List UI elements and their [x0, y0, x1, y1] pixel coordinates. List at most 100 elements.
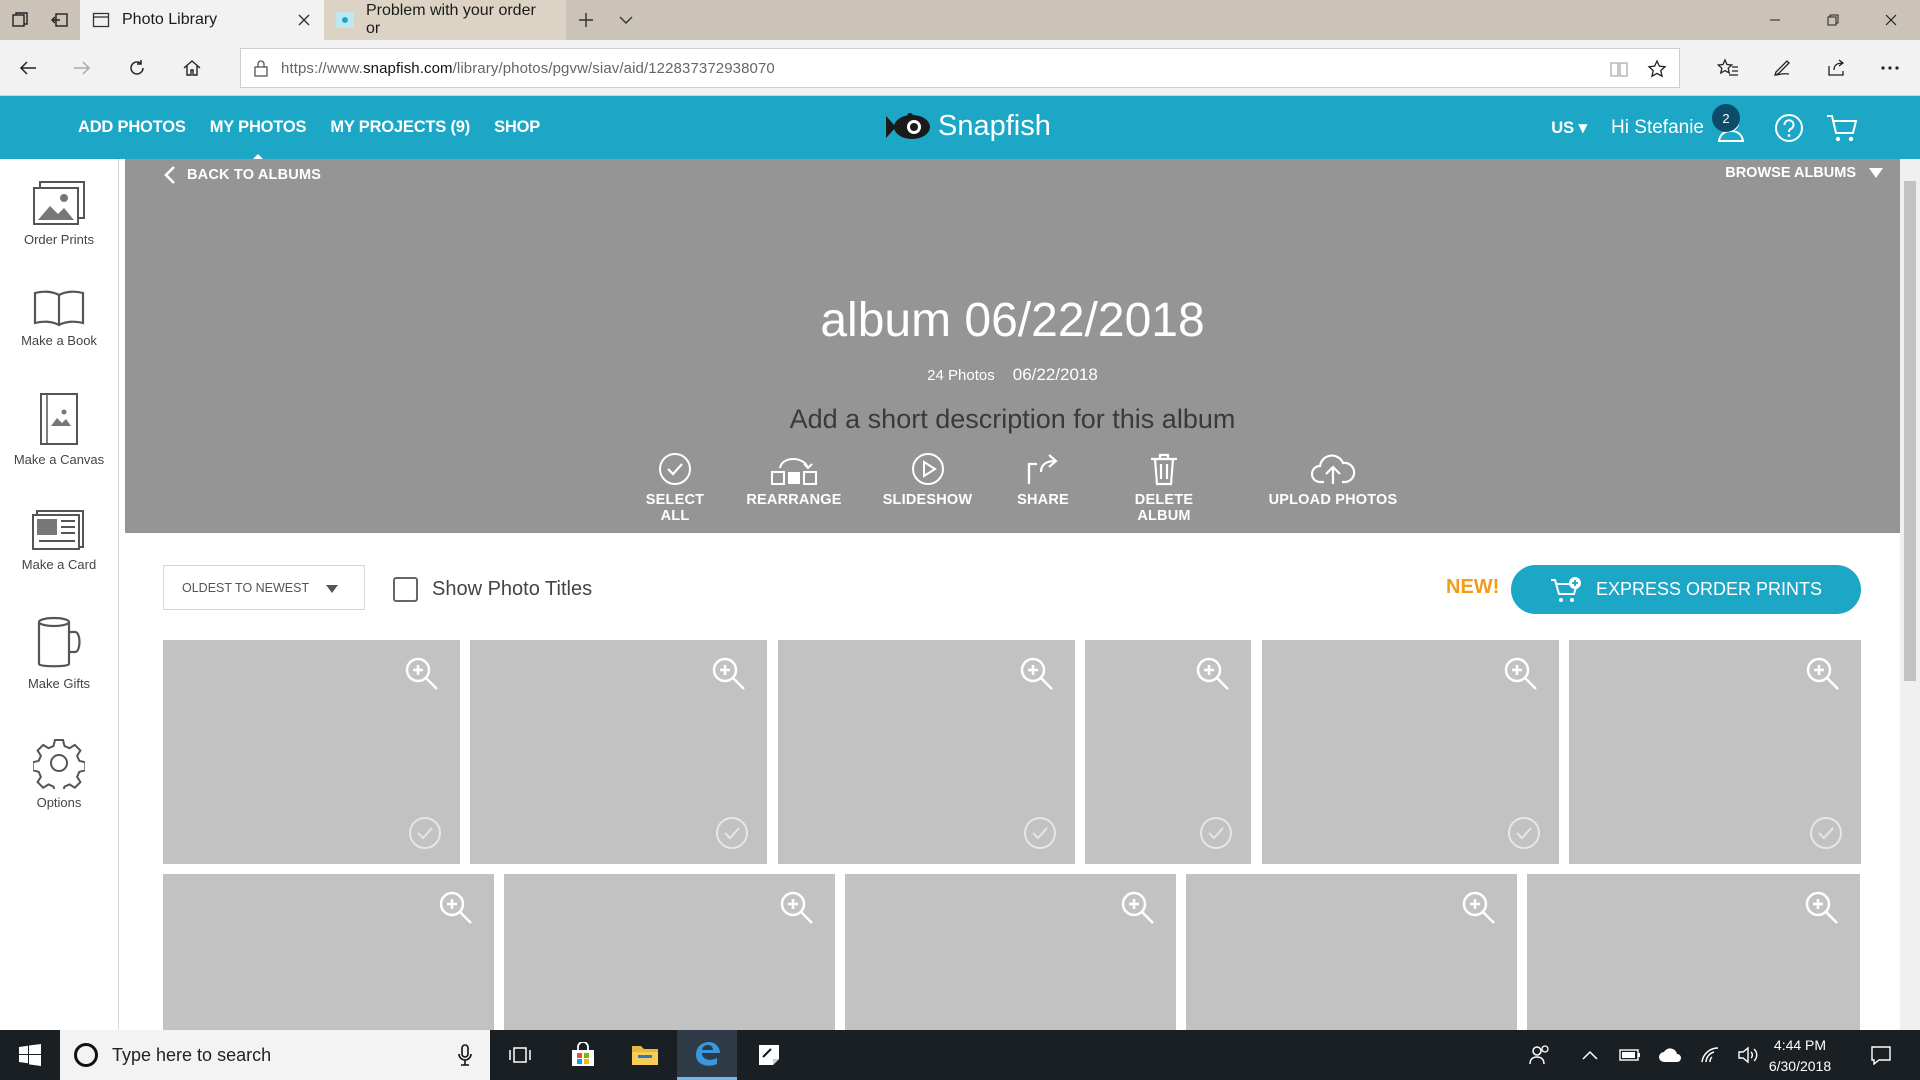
battery-icon[interactable] [1610, 1030, 1650, 1080]
nav-my-photos[interactable]: MY PHOTOS [210, 118, 307, 161]
zoom-in-icon[interactable] [1120, 890, 1156, 926]
user-greeting[interactable]: Hi Stefanie [1611, 117, 1704, 139]
store-icon[interactable] [553, 1030, 613, 1080]
photo-thumbnail[interactable] [163, 640, 460, 864]
lock-icon[interactable] [241, 59, 281, 77]
back-to-albums-link[interactable]: BACK TO ALBUMS [163, 165, 321, 185]
favorite-star-icon[interactable] [1647, 59, 1667, 79]
zoom-in-icon[interactable] [1503, 656, 1539, 692]
share-button[interactable]: SHARE [1013, 452, 1073, 508]
photo-thumbnail[interactable] [1186, 874, 1517, 1030]
sidebar-item-make-canvas[interactable]: Make a Canvas [0, 392, 118, 467]
action-center-icon[interactable] [1858, 1030, 1904, 1080]
notification-badge[interactable]: 2 [1712, 104, 1740, 132]
taskbar-search-box[interactable]: Type here to search [60, 1030, 490, 1080]
zoom-in-icon[interactable] [1019, 656, 1055, 692]
photo-thumbnail[interactable] [778, 640, 1075, 864]
help-icon[interactable] [1774, 113, 1804, 143]
photo-thumbnail[interactable] [1262, 640, 1559, 864]
refresh-icon[interactable] [117, 48, 157, 88]
select-all-button[interactable]: SELECT ALL [630, 452, 720, 524]
close-window-icon[interactable] [1862, 0, 1920, 40]
show-titles-checkbox[interactable] [393, 577, 418, 602]
tab-preview-chevron-icon[interactable] [606, 0, 646, 40]
nav-shop[interactable]: SHOP [494, 118, 540, 137]
windows-start-icon[interactable] [0, 1030, 60, 1080]
sort-order-select[interactable]: OLDEST TO NEWEST [163, 565, 365, 610]
sidebar-item-make-gifts[interactable]: Make Gifts [0, 616, 118, 691]
country-selector[interactable]: US ▾ [1551, 118, 1587, 138]
select-check-icon[interactable] [408, 816, 442, 850]
express-order-prints-button[interactable]: EXPRESS ORDER PRINTS [1511, 565, 1861, 614]
scrollbar-thumb[interactable] [1904, 181, 1916, 681]
photo-thumbnail[interactable] [1569, 640, 1861, 864]
slideshow-button[interactable]: SLIDESHOW [880, 452, 975, 508]
photo-thumbnail[interactable] [163, 874, 494, 1030]
tab-photo-library[interactable]: Photo Library [80, 0, 324, 40]
photo-thumbnail[interactable] [470, 640, 767, 864]
more-menu-icon[interactable] [1870, 48, 1910, 88]
edge-browser-icon[interactable] [677, 1030, 737, 1080]
show-photo-titles-toggle[interactable]: Show Photo Titles [393, 577, 592, 602]
select-check-icon[interactable] [1809, 816, 1843, 850]
people-icon[interactable] [1520, 1030, 1560, 1080]
share-icon [1027, 454, 1058, 484]
photo-thumbnail[interactable] [845, 874, 1176, 1030]
show-hidden-icons-chevron-icon[interactable] [1572, 1030, 1608, 1080]
delete-album-button[interactable]: DELETE ALBUM [1109, 452, 1219, 524]
select-check-icon[interactable] [1199, 816, 1233, 850]
system-clock[interactable]: 4:44 PM 6/30/2018 [1752, 1035, 1848, 1077]
zoom-in-icon[interactable] [779, 890, 815, 926]
sticky-notes-icon[interactable] [739, 1030, 799, 1080]
zoom-in-icon[interactable] [1805, 656, 1841, 692]
browser-tab-strip: Photo Library Problem with your order or [0, 0, 1920, 40]
wifi-icon[interactable] [1690, 1030, 1730, 1080]
new-tab-icon[interactable] [566, 0, 606, 40]
task-view-icon[interactable] [490, 1030, 550, 1080]
select-check-icon[interactable] [715, 816, 749, 850]
address-bar[interactable]: https://www.snapfish.com/library/photos/… [240, 48, 1680, 88]
onedrive-cloud-icon[interactable] [1650, 1030, 1690, 1080]
sidebar-item-make-book[interactable]: Make a Book [0, 289, 118, 348]
nav-add-photos[interactable]: ADD PHOTOS [78, 118, 186, 137]
select-check-icon[interactable] [1507, 816, 1541, 850]
zoom-in-icon[interactable] [1195, 656, 1231, 692]
sidebar-item-options[interactable]: Options [0, 737, 118, 810]
zoom-in-icon[interactable] [1804, 890, 1840, 926]
photo-thumbnail[interactable] [1085, 640, 1251, 864]
zoom-in-icon[interactable] [711, 656, 747, 692]
set-tabs-aside-icon[interactable] [40, 0, 80, 40]
page-scrollbar[interactable] [1900, 159, 1920, 1030]
file-explorer-icon[interactable] [615, 1030, 675, 1080]
nav-my-projects[interactable]: MY PROJECTS (9) [330, 118, 470, 137]
pen-notes-icon[interactable] [1762, 48, 1802, 88]
photo-thumbnail[interactable] [1527, 874, 1860, 1030]
album-description-field[interactable]: Add a short description for this album [125, 404, 1900, 435]
share-browser-icon[interactable] [1816, 48, 1856, 88]
snapfish-logo[interactable]: Snapfish [884, 110, 1051, 143]
zoom-in-icon[interactable] [1461, 890, 1497, 926]
restore-icon[interactable] [1804, 0, 1862, 40]
rearrange-button[interactable]: REARRANGE [744, 452, 844, 508]
microphone-icon[interactable] [458, 1044, 472, 1066]
zoom-in-icon[interactable] [438, 890, 474, 926]
reading-view-icon[interactable] [1609, 59, 1629, 79]
photo-thumbnail[interactable] [504, 874, 835, 1030]
zoom-in-icon[interactable] [404, 656, 440, 692]
url-text[interactable]: https://www.snapfish.com/library/photos/… [281, 60, 775, 77]
album-title[interactable]: album 06/22/2018 [125, 293, 1900, 348]
tab-manager-icon[interactable] [0, 0, 40, 40]
minimize-icon[interactable] [1746, 0, 1804, 40]
sidebar-item-make-card[interactable]: Make a Card [0, 509, 118, 572]
browse-albums-dropdown[interactable]: BROWSE ALBUMS [1725, 165, 1884, 181]
upload-photos-button[interactable]: UPLOAD PHOTOS [1268, 452, 1398, 508]
cart-icon[interactable] [1826, 113, 1858, 143]
close-tab-icon[interactable] [294, 10, 314, 30]
sidebar-item-order-prints[interactable]: Order Prints [0, 180, 118, 247]
back-arrow-icon[interactable] [8, 48, 48, 88]
forward-arrow-icon[interactable] [62, 48, 102, 88]
favorites-hub-icon[interactable] [1708, 48, 1748, 88]
select-check-icon[interactable] [1023, 816, 1057, 850]
tab-problem-with-order[interactable]: Problem with your order or [324, 0, 566, 40]
home-icon[interactable] [172, 48, 212, 88]
